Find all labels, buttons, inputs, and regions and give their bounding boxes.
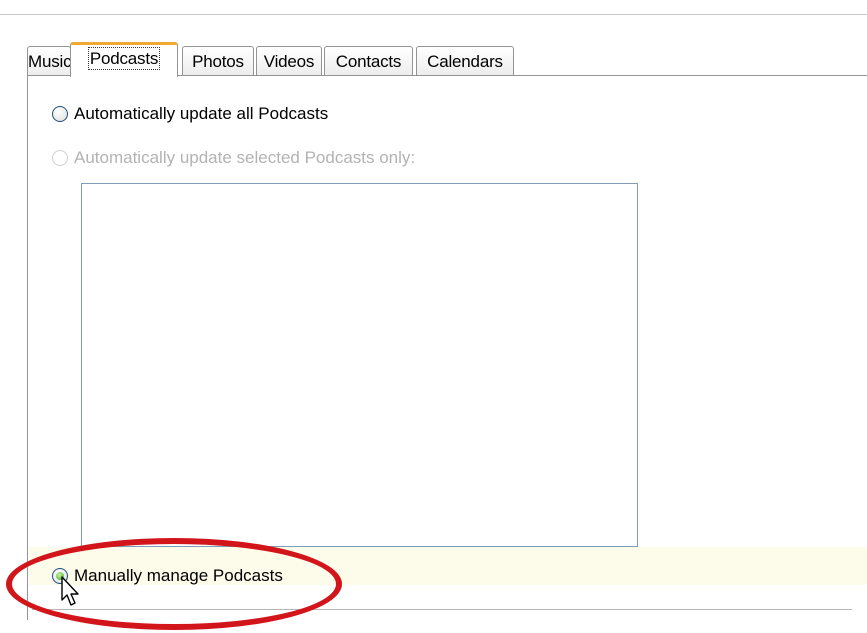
tab-videos-label: Videos (263, 52, 315, 71)
tab-calendars-label: Calendars (427, 52, 503, 71)
panel-bottom-divider (32, 609, 852, 610)
top-divider (0, 14, 867, 15)
manual-manage-label: Manually manage Podcasts (74, 566, 283, 585)
tab-calendars[interactable]: Calendars (416, 46, 514, 76)
tab-podcasts[interactable]: Podcasts (70, 42, 178, 77)
tab-photos-label: Photos (192, 52, 244, 71)
tab-music[interactable]: Music (27, 46, 72, 76)
auto-update-all-radio[interactable] (52, 106, 68, 122)
auto-update-selected-label: Automatically update selected Podcasts o… (74, 148, 416, 167)
tab-contacts-label: Contacts (335, 52, 402, 71)
tab-music-label: Music (28, 52, 72, 71)
auto-update-selected-radio (52, 150, 68, 166)
auto-update-all-option[interactable]: Automatically update all Podcasts (52, 104, 328, 124)
manual-manage-radio[interactable] (52, 568, 68, 584)
tab-photos[interactable]: Photos (182, 46, 254, 76)
tab-videos[interactable]: Videos (256, 46, 322, 76)
auto-update-all-label: Automatically update all Podcasts (74, 104, 329, 123)
tab-contacts[interactable]: Contacts (324, 46, 413, 76)
ipod-sync-settings: Music Podcasts Photos Videos Contacts Ca… (0, 0, 867, 633)
podcast-selection-list[interactable] (81, 183, 638, 547)
auto-update-selected-option: Automatically update selected Podcasts o… (52, 148, 415, 168)
podcasts-panel: Automatically update all Podcasts Automa… (27, 75, 867, 620)
manual-manage-option[interactable]: Manually manage Podcasts (52, 566, 283, 586)
tab-podcasts-label: Podcasts (87, 47, 161, 70)
